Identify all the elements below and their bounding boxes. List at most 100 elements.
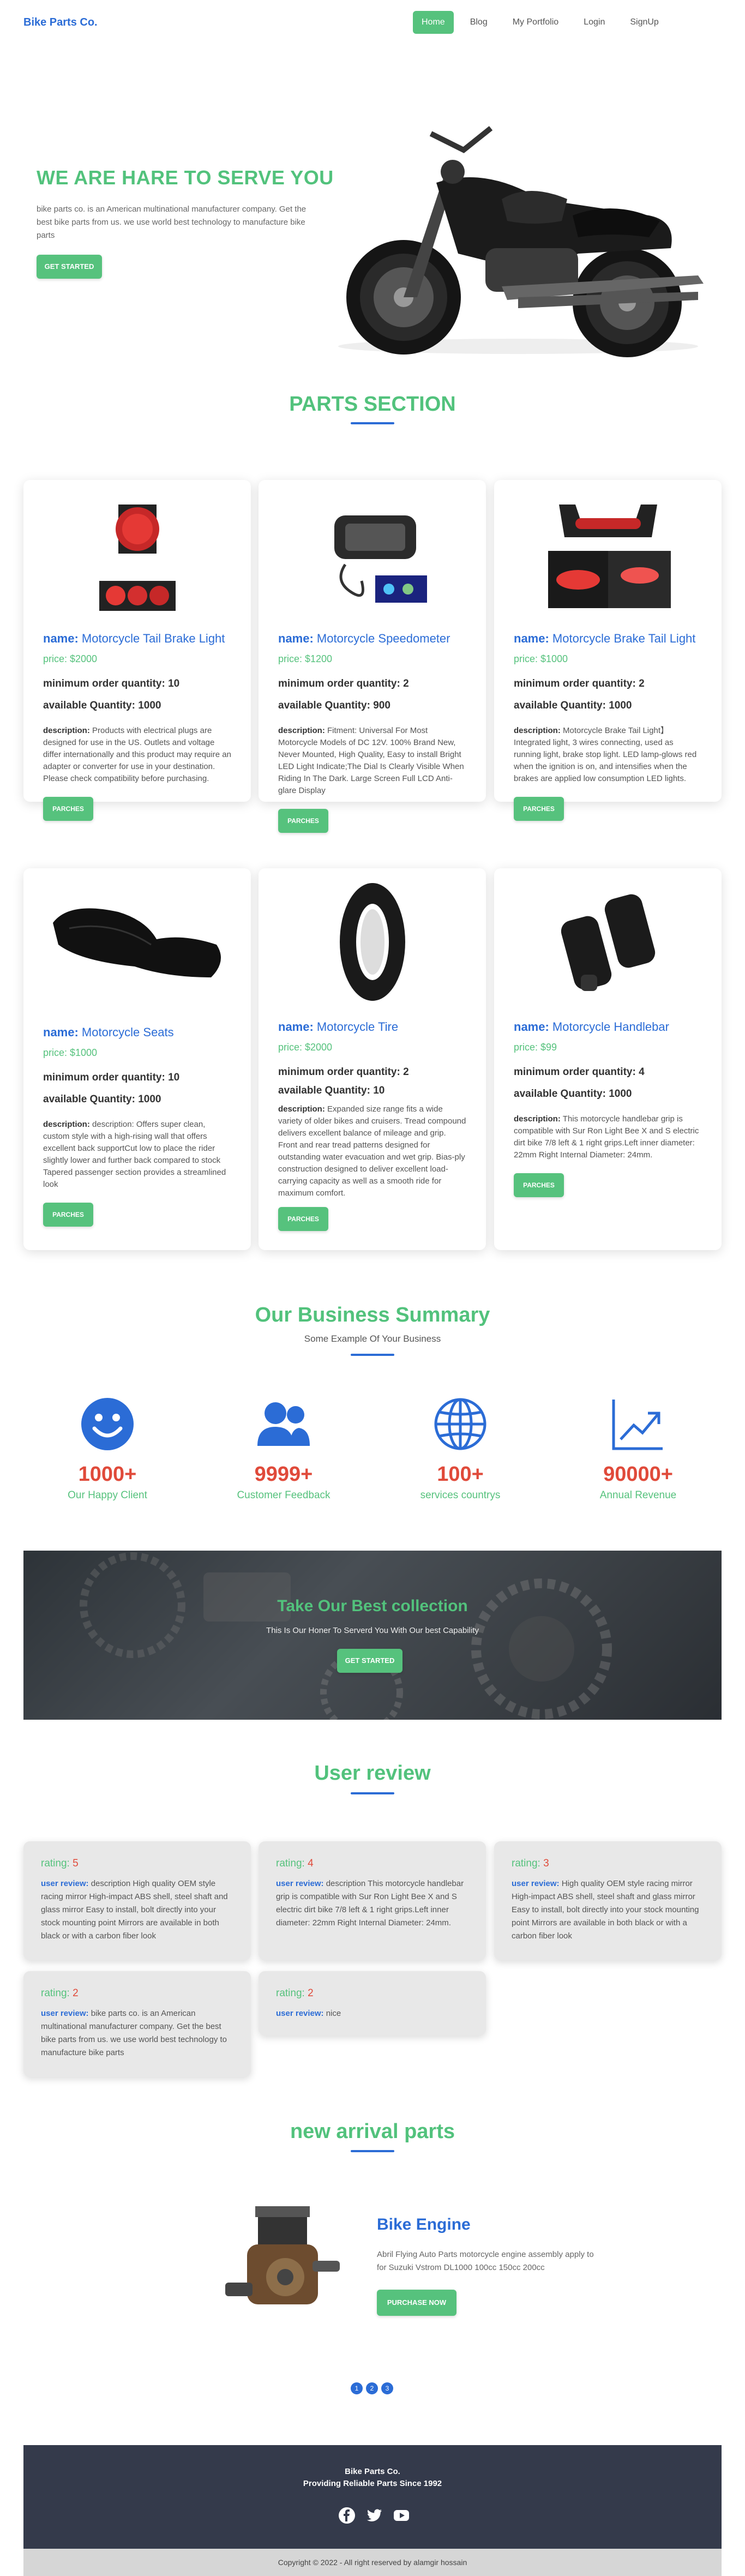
available-value: 1000 <box>138 1094 161 1105</box>
stat-label: Our Happy Client <box>68 1490 147 1501</box>
review-label: user review: <box>41 1879 89 1888</box>
available-value: 1000 <box>609 700 632 711</box>
available-label: available Quantity: <box>43 700 135 711</box>
stat-label: Annual Revenue <box>599 1490 677 1501</box>
youtube-icon[interactable] <box>393 2507 410 2524</box>
parches-button[interactable]: PARCHES <box>43 1203 93 1227</box>
part-name: Motorcycle Handlebar <box>552 1020 669 1034</box>
parches-button[interactable]: PARCHES <box>514 797 564 821</box>
part-name: Motorcycle Tire <box>316 1020 399 1034</box>
parts-section-title: PARTS SECTION <box>289 393 456 416</box>
description-label: description: <box>514 1114 561 1124</box>
min-order-value: 2 <box>403 678 409 689</box>
arrival-title: new arrival parts <box>290 2120 455 2143</box>
part-name-label: name: <box>514 1020 549 1034</box>
reviews-title: User review <box>314 1762 431 1785</box>
page-button-2[interactable]: 2 <box>366 2382 378 2394</box>
trending-up-icon <box>608 1394 668 1454</box>
users-icon <box>254 1394 314 1454</box>
twitter-icon[interactable] <box>365 2507 383 2524</box>
parches-button[interactable]: PARCHES <box>514 1173 564 1197</box>
footer-tagline: Providing Reliable Parts Since 1992 <box>303 2479 442 2488</box>
part-name: Motorcycle Seats <box>81 1025 174 1039</box>
footer-brand: Bike Parts Co. <box>345 2467 400 2476</box>
stat-label: Customer Feedback <box>237 1490 331 1501</box>
available-value: 1000 <box>138 700 161 711</box>
hero-get-started-button[interactable]: GET STARTED <box>37 255 102 279</box>
part-name: Motorcycle Tail Brake Light <box>81 632 225 645</box>
summary-title: Our Business Summary <box>255 1304 490 1326</box>
hero-text: bike parts co. is an American multinatio… <box>37 205 307 240</box>
min-order-label: minimum order quantity: <box>278 678 400 689</box>
parches-button[interactable]: PARCHES <box>43 797 93 821</box>
brand-logo[interactable]: Bike Parts Co. <box>23 16 98 29</box>
part-description: Expanded size range fits a wide variety … <box>278 1104 466 1198</box>
description-label: description: <box>43 1120 90 1129</box>
review-card: rating: 3 user review: High quality OEM … <box>494 1841 722 1960</box>
review-card: rating: 4 user review: description This … <box>259 1841 486 1960</box>
carousel-pagination: 1 2 3 <box>351 2382 393 2394</box>
part-card: name: Motorcycle Seats price: $1000 mini… <box>23 868 251 1250</box>
review-label: user review: <box>41 2009 89 2018</box>
part-card: name: Motorcycle Brake Tail Light price:… <box>494 480 722 821</box>
part-image <box>43 868 231 1021</box>
page-button-1[interactable]: 1 <box>351 2382 363 2394</box>
nav-home[interactable]: Home <box>413 11 454 34</box>
stat-label: services countrys <box>420 1490 501 1501</box>
nav-signup[interactable]: SignUp <box>621 11 667 34</box>
smiley-icon <box>77 1394 137 1454</box>
rating-label: rating: <box>41 1987 70 1999</box>
reviews-title-underline <box>351 1792 394 1794</box>
nav-login[interactable]: Login <box>575 11 614 34</box>
min-order-value: 2 <box>403 1066 409 1078</box>
min-order-label: minimum order quantity: <box>514 1066 636 1078</box>
page-button-3[interactable]: 3 <box>381 2382 393 2394</box>
bike-engine-image <box>225 2206 340 2304</box>
part-image <box>278 480 466 627</box>
collection-banner: Take Our Best collection This Is Our Hon… <box>23 1551 722 1720</box>
purchase-now-button[interactable]: PURCHASE NOW <box>377 2290 456 2316</box>
part-image <box>514 480 702 627</box>
part-card: name: Motorcycle Tail Brake Light price:… <box>23 480 251 821</box>
available-label: available Quantity: <box>43 1094 135 1105</box>
description-label: description: <box>278 726 325 735</box>
stat-customer-feedback: 9999+ Customer Feedback <box>207 1394 360 1502</box>
rating-value: 5 <box>73 1858 79 1869</box>
part-card: name: Motorcycle Speedometer price: $120… <box>259 480 486 833</box>
part-image <box>278 868 466 1016</box>
part-price: price: $2000 <box>278 1042 333 1053</box>
parches-button[interactable]: PARCHES <box>278 1207 328 1231</box>
rating-label: rating: <box>276 1987 305 1999</box>
min-order-label: minimum order quantity: <box>43 678 165 689</box>
part-price: price: $1000 <box>43 1047 98 1058</box>
nav-portfolio[interactable]: My Portfolio <box>504 11 567 34</box>
review-text: nice <box>326 2009 341 2018</box>
part-name-label: name: <box>43 632 79 645</box>
min-order-label: minimum order quantity: <box>278 1066 400 1078</box>
min-order-value: 4 <box>639 1066 645 1078</box>
part-name-label: name: <box>278 1020 314 1034</box>
review-label: user review: <box>276 2009 324 2018</box>
banner-get-started-button[interactable]: GET STARTED <box>337 1649 402 1673</box>
available-label: available Quantity: <box>514 700 606 711</box>
parches-button[interactable]: PARCHES <box>278 809 328 833</box>
engine-background-image <box>80 1552 612 1720</box>
min-order-value: 10 <box>168 1072 180 1083</box>
nav-blog[interactable]: Blog <box>461 11 496 34</box>
part-price: price: $99 <box>514 1042 557 1053</box>
part-image <box>514 868 702 1016</box>
banner-title: Take Our Best collection <box>277 1597 468 1615</box>
min-order-label: minimum order quantity: <box>514 678 636 689</box>
stat-number: 1000+ <box>78 1463 137 1486</box>
rating-value: 4 <box>308 1858 314 1869</box>
facebook-icon[interactable] <box>338 2507 356 2524</box>
min-order-value: 10 <box>168 678 180 689</box>
part-price: price: $2000 <box>43 653 98 664</box>
description-label: description: <box>514 726 561 735</box>
review-card: rating: 2 user review: nice <box>259 1971 486 2035</box>
part-card: name: Motorcycle Handlebar price: $99 mi… <box>494 868 722 1250</box>
arrival-item-text: Abril Flying Auto Parts motorcycle engin… <box>377 2250 594 2272</box>
stat-number: 100+ <box>437 1463 484 1486</box>
part-name-label: name: <box>278 632 314 645</box>
part-image <box>43 480 231 627</box>
